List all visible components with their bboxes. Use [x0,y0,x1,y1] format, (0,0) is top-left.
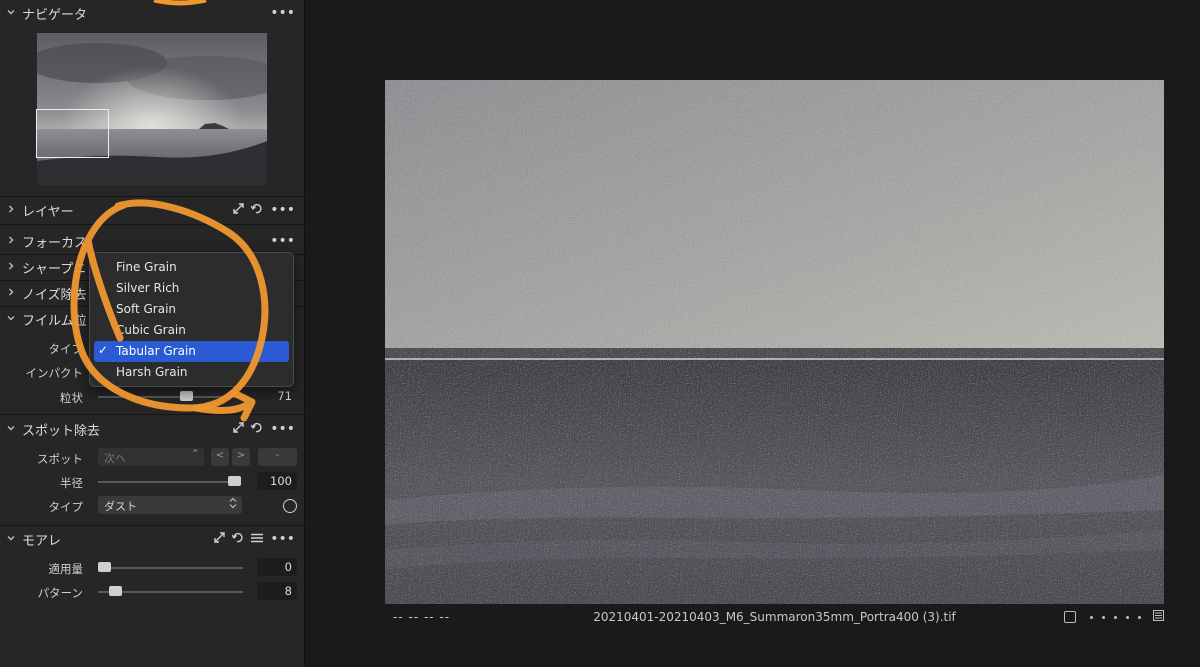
spot-select-value: 次へ [104,452,126,465]
chevron-right-icon[interactable] [0,287,22,300]
chevron-down-icon[interactable] [0,423,22,436]
spot-select[interactable]: 次へ ⌃ [98,448,204,466]
radius-slider-track[interactable] [98,481,241,483]
moire-amount-row: 適用量 0 [0,557,305,579]
film-grain-type-label: タイプ [48,342,84,356]
moire-amount-slider-track[interactable] [98,567,243,569]
reset-icon[interactable] [250,422,263,436]
moire-pattern-slider-thumb[interactable] [108,586,122,596]
moire-pattern-value[interactable]: 8 [257,582,297,600]
spot-overlay-toggle-icon[interactable] [283,499,297,513]
film-grain-impact-label: インパクト [25,366,84,380]
grain-option[interactable]: Cubic Grain [94,320,289,341]
moire-pattern-label: パターン [37,586,83,600]
film-grain-granularity-row: 粒状 71 [0,386,305,408]
spot-row: スポット 次へ ⌃ < > - [0,447,305,469]
annotation-fragment [153,0,207,6]
moire-pattern-row: パターン 8 [0,581,305,603]
expand-icon[interactable] [233,422,244,436]
metadata-icon[interactable] [1153,610,1164,624]
grain-option[interactable]: Fine Grain [94,257,289,278]
spot-type-label: タイプ [48,500,84,514]
next-spot-button[interactable]: > [232,448,250,466]
grain-type-menu: Fine Grain Silver Rich Soft Grain Cubic Gra… [89,252,294,387]
navigator-title: ナビゲータ [22,7,88,23]
spot-removal-header[interactable]: スポット除去 ••• [0,416,305,442]
more-icon[interactable]: ••• [270,421,295,437]
reset-icon[interactable] [250,203,263,217]
more-icon[interactable]: ••• [270,202,295,218]
grain-option[interactable]: ✓ Tabular Grain [94,341,289,362]
moire-amount-label: 適用量 [48,562,84,576]
grain-option-label: Silver Rich [116,281,180,295]
reset-icon[interactable] [231,532,244,546]
spot-type-row: タイプ ダスト [0,495,305,517]
more-icon[interactable]: ••• [270,5,295,21]
rating-dot-5[interactable] [1138,615,1141,619]
rating-dot-2[interactable] [1102,615,1105,619]
expand-icon[interactable] [233,203,244,217]
viewer-status-bar: -- -- -- -- 20210401-20210403_M6_Summaro… [385,608,1164,626]
updown-icon [229,497,237,512]
navigator-viewport-frame[interactable] [36,109,109,158]
radius-value[interactable]: 100 [257,472,297,490]
file-name: 20210401-20210403_M6_Summaron35mm_Portra… [593,610,956,624]
radius-slider-thumb[interactable] [228,476,241,486]
rating-dots[interactable] [1090,615,1141,619]
granularity-value[interactable]: 71 [257,387,297,405]
updown-icon: ⌃ [191,449,199,459]
focus-title: フォーカス [22,235,88,251]
previous-spot-button[interactable]: < [211,448,229,466]
grain-option[interactable]: Silver Rich [94,278,289,299]
moire-amount-value[interactable]: 0 [257,558,297,576]
moire-title: モアレ [22,533,62,549]
rating-dot-1[interactable] [1090,615,1093,619]
spot-type-select-value: ダスト [104,500,137,513]
grain-option[interactable]: Harsh Grain [94,362,289,383]
grain-option[interactable]: Soft Grain [94,299,289,320]
chevron-right-icon[interactable] [0,204,22,217]
checkmark-icon: ✓ [98,343,109,357]
granularity-slider-thumb[interactable] [179,391,193,401]
spot-label: スポット [37,452,83,466]
moire-header[interactable]: モアレ ••• [0,526,305,552]
grain-option-label: Harsh Grain [116,365,188,379]
grain-option-label: Fine Grain [116,260,177,274]
layers-title: レイヤー [22,204,74,220]
chevron-down-icon[interactable] [0,313,22,326]
grain-option-label: Tabular Grain [116,344,196,358]
moire-amount-slider-thumb[interactable] [98,562,111,572]
grain-option-label: Cubic Grain [116,323,186,337]
granularity-slider-track[interactable] [98,396,243,398]
layers-header[interactable]: レイヤー ••• [0,197,305,223]
spot-type-select[interactable]: ダスト [98,496,242,514]
expand-icon[interactable] [214,532,225,546]
chevron-right-icon[interactable] [0,261,22,274]
radius-row: 半径 100 [0,471,305,493]
grain-option-label: Soft Grain [116,302,177,316]
film-grain-granularity-label: 粒状 [60,391,83,405]
image-viewer[interactable] [385,80,1164,604]
rating-dot-3[interactable] [1114,615,1117,619]
select-checkbox[interactable] [1064,611,1076,623]
focus-header[interactable]: フォーカス ••• [0,228,305,254]
chevron-down-icon[interactable] [0,7,22,20]
chevron-right-icon[interactable] [0,235,22,248]
presets-icon[interactable] [251,533,264,546]
spot-removal-title: スポット除去 [22,423,101,439]
chevron-down-icon[interactable] [0,533,22,546]
more-icon[interactable]: ••• [270,531,295,547]
remove-spot-button[interactable]: - [258,448,297,466]
rating-dot-4[interactable] [1126,615,1129,619]
radius-label: 半径 [60,476,83,490]
more-icon[interactable]: ••• [270,233,295,249]
